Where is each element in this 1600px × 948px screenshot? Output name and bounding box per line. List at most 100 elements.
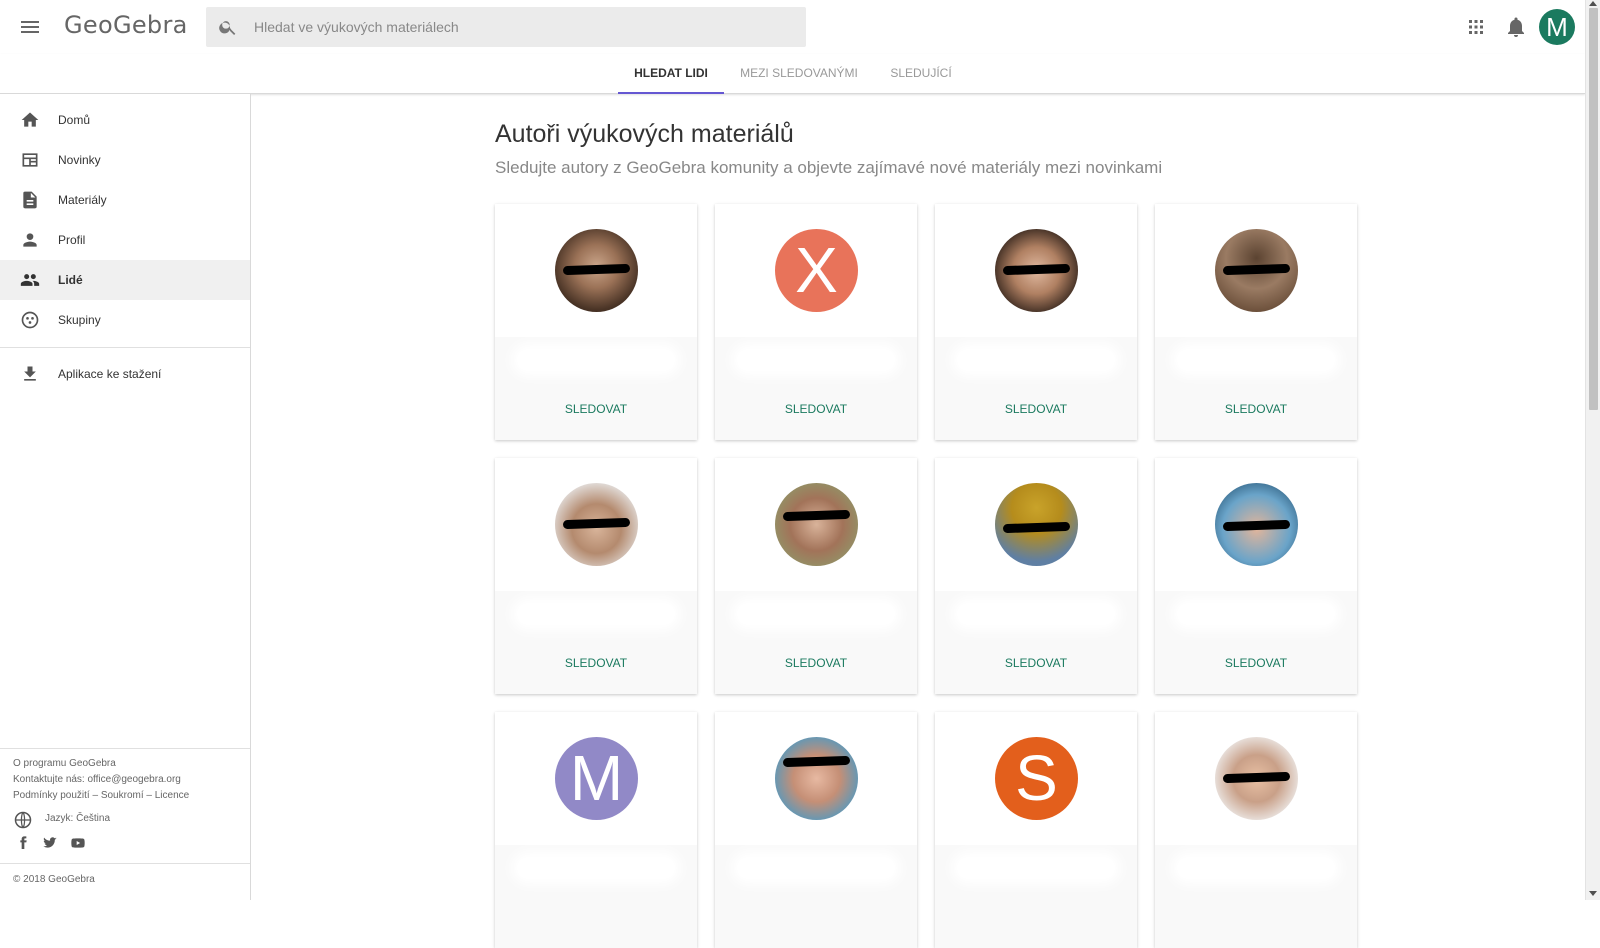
people-icon xyxy=(20,270,40,290)
author-card: M xyxy=(495,712,697,948)
page-subtitle: Sledujte autory z GeoGebra komunity a ob… xyxy=(495,158,1163,177)
author-avatar[interactable] xyxy=(995,229,1078,312)
follow-button[interactable]: SLEDOVAT xyxy=(935,402,1137,416)
footer-contact-link[interactable]: Kontaktujte nás: office@geogebra.org xyxy=(13,772,181,788)
author-card: SLEDOVAT xyxy=(495,458,697,694)
author-card: X SLEDOVAT xyxy=(715,204,917,440)
author-card: SLEDOVAT xyxy=(1155,204,1357,440)
tab-followers[interactable]: SLEDUJÍCÍ xyxy=(880,54,962,94)
author-avatar[interactable]: M xyxy=(555,737,638,820)
sidebar-item-label: Novinky xyxy=(58,153,101,167)
page-title: Autoři výukových materiálů xyxy=(495,120,794,148)
follow-button[interactable]: SLEDOVAT xyxy=(495,402,697,416)
search-bar[interactable] xyxy=(206,7,806,47)
author-name-redacted xyxy=(1177,603,1335,625)
sidebar-footer-divider xyxy=(0,748,250,749)
follow-button[interactable]: SLEDOVAT xyxy=(495,656,697,670)
user-avatar[interactable]: M xyxy=(1539,9,1575,45)
download-icon xyxy=(20,364,40,384)
author-avatar[interactable] xyxy=(555,229,638,312)
menu-icon[interactable] xyxy=(18,15,42,39)
privacy-redaction-bar xyxy=(782,509,851,522)
follow-button[interactable]: SLEDOVAT xyxy=(1155,656,1357,670)
people-tabs: HLEDAT LIDI MEZI SLEDOVANÝMI SLEDUJÍCÍ xyxy=(0,54,1585,94)
privacy-redaction-bar xyxy=(1222,519,1291,532)
language-selector[interactable]: Jazyk: Čeština xyxy=(13,810,233,830)
sidebar-item-label: Skupiny xyxy=(58,313,101,327)
language-label: Jazyk: Čeština xyxy=(45,813,111,824)
footer-legal-links[interactable]: Podmínky použití – Soukromí – Licence xyxy=(13,788,189,804)
home-icon xyxy=(20,110,40,130)
follow-button[interactable]: SLEDOVAT xyxy=(715,656,917,670)
author-name-redacted xyxy=(737,857,895,879)
search-input[interactable] xyxy=(254,7,794,47)
sidebar-item-news[interactable]: Novinky xyxy=(0,140,250,180)
author-name-redacted xyxy=(737,603,895,625)
author-name-redacted xyxy=(957,857,1115,879)
sidebar-item-materials[interactable]: Materiály xyxy=(0,180,250,220)
privacy-redaction-bar xyxy=(782,755,851,768)
privacy-redaction-bar xyxy=(1002,521,1071,534)
search-icon xyxy=(218,17,238,37)
footer-about-link[interactable]: O programu GeoGebra xyxy=(13,756,116,772)
facebook-icon[interactable] xyxy=(15,835,31,851)
author-name-redacted xyxy=(517,603,675,625)
author-name-redacted xyxy=(517,857,675,879)
sidebar-item-label: Lidé xyxy=(58,273,83,287)
news-icon xyxy=(20,150,40,170)
privacy-redaction-bar xyxy=(1222,263,1291,276)
privacy-redaction-bar xyxy=(1222,771,1291,784)
copyright-text: © 2018 GeoGebra xyxy=(13,874,95,885)
scroll-down-arrow-icon[interactable] xyxy=(1589,891,1597,896)
geogebra-logo[interactable]: GeoGebra xyxy=(64,11,188,39)
page-scrollbar[interactable] xyxy=(1585,0,1600,900)
follow-button[interactable]: SLEDOVAT xyxy=(715,402,917,416)
sidebar-item-label: Materiály xyxy=(58,193,107,207)
groups-icon xyxy=(20,310,40,330)
author-avatar[interactable]: S xyxy=(995,737,1078,820)
sidebar: Domů Novinky Materiály Profil Lidé Skupi… xyxy=(0,94,251,900)
author-card: SLEDOVAT xyxy=(495,204,697,440)
tab-among-followed[interactable]: MEZI SLEDOVANÝMI xyxy=(734,54,864,94)
author-card xyxy=(1155,712,1357,948)
sidebar-item-people[interactable]: Lidé xyxy=(0,260,250,300)
tab-search-people[interactable]: HLEDAT LIDI xyxy=(618,54,724,94)
sidebar-divider xyxy=(0,347,250,348)
author-card: SLEDOVAT xyxy=(935,458,1137,694)
author-name-redacted xyxy=(517,349,675,371)
author-avatar[interactable] xyxy=(995,483,1078,566)
notifications-bell-icon[interactable] xyxy=(1504,15,1528,39)
author-name-redacted xyxy=(957,349,1115,371)
author-name-redacted xyxy=(737,349,895,371)
author-avatar[interactable]: X xyxy=(775,229,858,312)
follow-button[interactable]: SLEDOVAT xyxy=(1155,402,1357,416)
sidebar-copyright-divider xyxy=(0,863,250,864)
sidebar-item-home[interactable]: Domů xyxy=(0,100,250,140)
sidebar-item-groups[interactable]: Skupiny xyxy=(0,300,250,340)
author-card xyxy=(715,712,917,948)
author-avatar[interactable] xyxy=(1215,483,1298,566)
person-icon xyxy=(20,230,40,250)
sidebar-item-label: Aplikace ke stažení xyxy=(58,367,162,381)
author-name-redacted xyxy=(957,603,1115,625)
sidebar-item-profile[interactable]: Profil xyxy=(0,220,250,260)
globe-icon xyxy=(13,810,33,830)
twitter-icon[interactable] xyxy=(42,835,58,851)
scrollbar-thumb[interactable] xyxy=(1589,8,1598,410)
follow-button[interactable]: SLEDOVAT xyxy=(935,656,1137,670)
apps-grid-icon[interactable] xyxy=(1464,15,1488,39)
sidebar-item-download-apps[interactable]: Aplikace ke stažení xyxy=(0,354,250,394)
author-card: SLEDOVAT xyxy=(935,204,1137,440)
author-card: SLEDOVAT xyxy=(715,458,917,694)
author-avatar[interactable] xyxy=(555,483,638,566)
scroll-up-arrow-icon[interactable] xyxy=(1589,1,1597,6)
author-avatar[interactable] xyxy=(1215,229,1298,312)
author-card: SLEDOVAT xyxy=(1155,458,1357,694)
author-name-redacted xyxy=(1177,349,1335,371)
sidebar-item-label: Profil xyxy=(58,233,86,247)
author-avatar[interactable] xyxy=(775,483,858,566)
privacy-redaction-bar xyxy=(562,263,631,276)
author-avatar[interactable] xyxy=(1215,737,1298,820)
author-avatar[interactable] xyxy=(775,737,858,820)
youtube-icon[interactable] xyxy=(70,835,86,851)
